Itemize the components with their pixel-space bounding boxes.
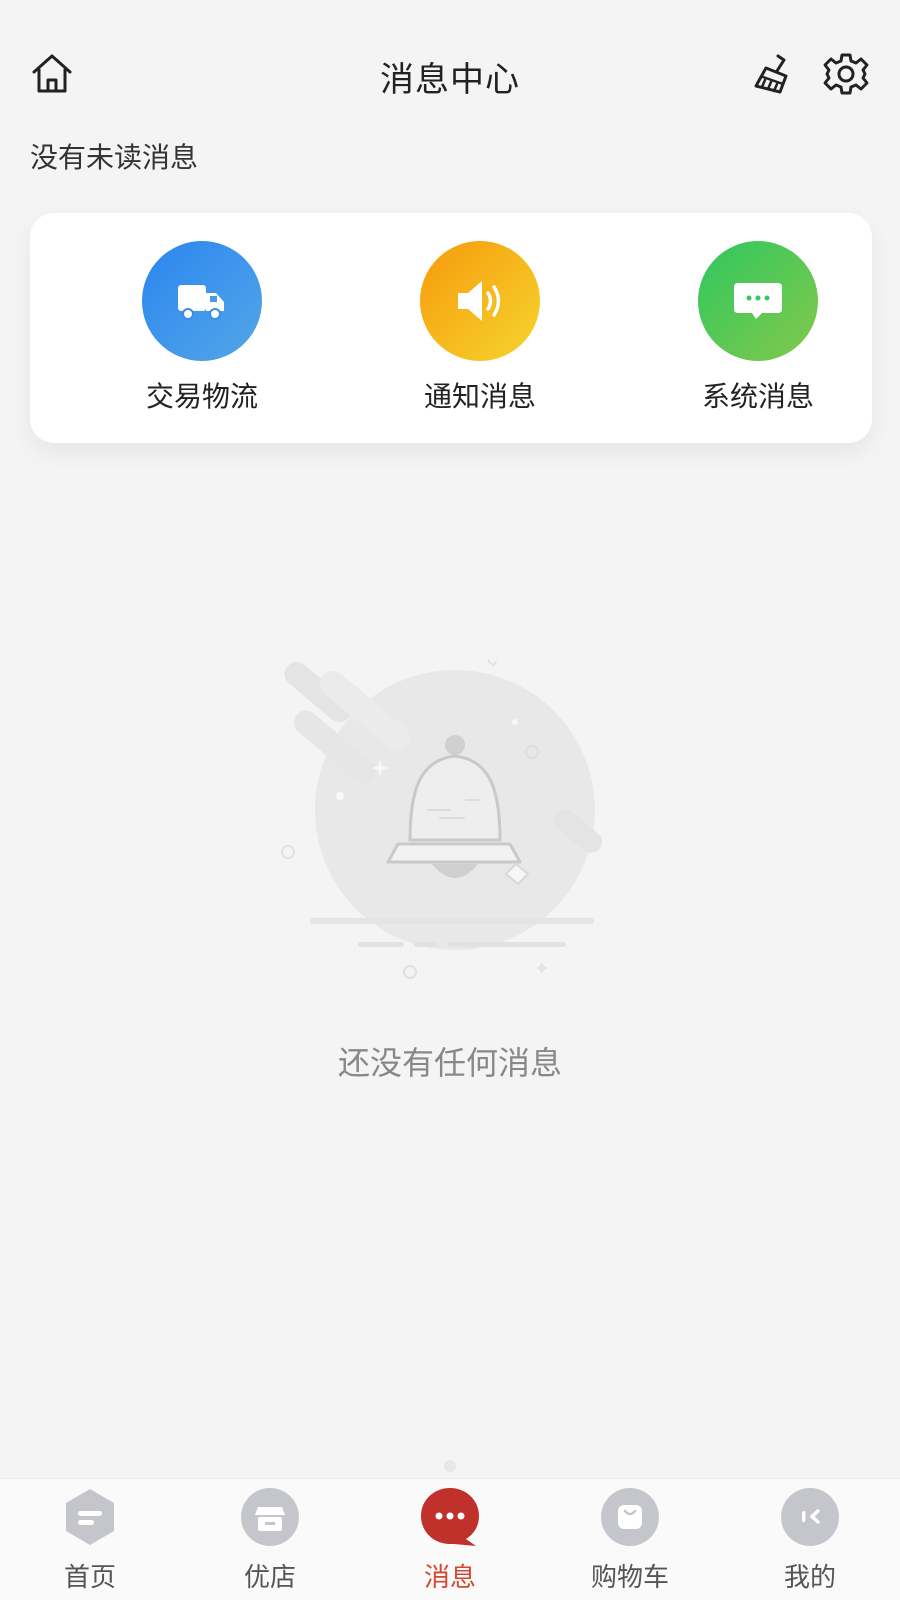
cart-tab-icon [601,1488,659,1546]
bell-icon [281,658,603,979]
truck-icon [142,241,262,361]
empty-state-text: 还没有任何消息 [337,1044,562,1082]
home-tab-icon [66,1489,114,1545]
category-trade-logistics[interactable]: 交易物流 [102,241,302,415]
message-center-page: 消息中心 没有未读消息 交易物流 通知消息 系统消息 还没有任何消息 首页 优店… [0,0,900,1600]
category-label: 系统消息 [701,380,814,413]
speaker-icon [420,241,540,361]
tab-shop[interactable]: 优店 [200,1485,340,1594]
bottom-tab-bar: 首页 优店 消息 购物车 我的 [0,1478,900,1600]
tab-home[interactable]: 首页 [20,1485,160,1594]
tab-profile[interactable]: 我的 [740,1485,880,1594]
page-indicator-dot [444,1460,456,1472]
category-label: 交易物流 [145,380,258,413]
tab-cart[interactable]: 购物车 [560,1485,700,1594]
shop-tab-icon [241,1488,299,1546]
profile-tab-icon [781,1488,839,1546]
tab-label: 首页 [63,1563,116,1593]
tab-messages[interactable]: 消息 [380,1485,520,1594]
chat-bubble-icon [698,241,818,361]
category-notifications[interactable]: 通知消息 [380,241,580,415]
message-tab-icon [421,1488,479,1546]
tab-label: 购物车 [590,1563,669,1593]
tab-label: 消息 [423,1563,476,1593]
category-label: 通知消息 [423,380,536,413]
tab-label: 我的 [783,1563,836,1593]
category-system-messages[interactable]: 系统消息 [658,241,858,415]
tab-label: 优店 [243,1563,296,1593]
gear-icon[interactable] [822,50,870,98]
broom-icon[interactable] [750,50,798,98]
unread-status: 没有未读消息 [30,141,199,174]
top-bar: 消息中心 [0,0,900,150]
message-category-card: 交易物流 通知消息 系统消息 [30,213,872,443]
